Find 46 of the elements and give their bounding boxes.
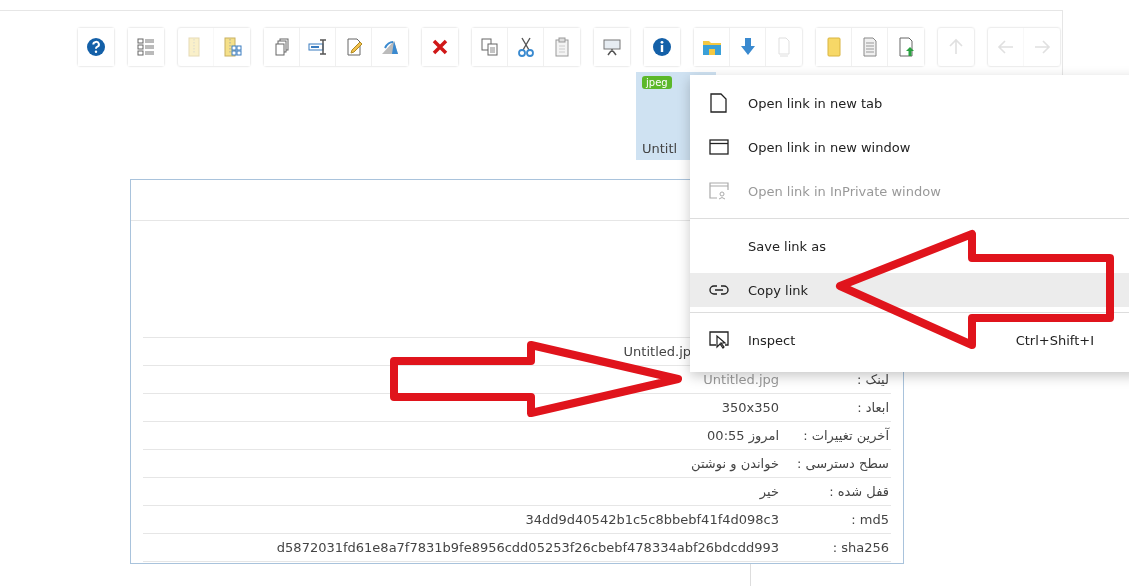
- easel-icon: [602, 37, 622, 57]
- toolbar-button[interactable]: [888, 28, 924, 66]
- toolbar-button[interactable]: [78, 28, 114, 66]
- info-label: سطح دسترسی :: [795, 456, 890, 471]
- window-icon: [709, 139, 729, 155]
- list-icon: [136, 37, 156, 57]
- menu-item[interactable]: Inspect Ctrl+Shift+I: [690, 318, 1129, 362]
- file-name: Untitl: [642, 141, 679, 156]
- scissors-icon: [515, 37, 536, 57]
- private-window-icon: [709, 182, 729, 200]
- archive-grid-icon: [222, 37, 242, 57]
- toolbar-button[interactable]: [214, 28, 250, 66]
- clipboard-icon: [552, 37, 572, 57]
- toolbar-button[interactable]: [644, 28, 680, 66]
- shortcut-text: Ctrl+Shift+I: [1015, 332, 1094, 348]
- link-icon: [709, 283, 729, 297]
- info-value: امروز 00:55: [707, 428, 779, 443]
- file-name-value: Untitled.jp: [623, 344, 691, 359]
- toolbar-button[interactable]: [372, 28, 408, 66]
- info-label: md5 :: [850, 512, 890, 527]
- info-value: خیر: [759, 484, 779, 499]
- info-value: d5872031fd61e8a7f7831b9fe8956cdd05253f26cbebf478334abf26bdcdd993: [276, 540, 779, 555]
- toolbar-button[interactable]: [422, 28, 458, 66]
- info-label: ابعاد :: [856, 400, 890, 415]
- info-label: آخرین تغییرات :: [802, 428, 891, 443]
- info-value: خواندن و نوشتن: [691, 456, 779, 471]
- info-label: sha256 :: [831, 540, 890, 555]
- inspect-icon: [709, 331, 729, 349]
- info-label: لینک :: [856, 372, 890, 387]
- page-upload-icon: [896, 37, 916, 57]
- text-cursor-icon: [307, 37, 328, 57]
- menu-item[interactable]: Copy link: [690, 273, 1129, 307]
- copy-icon: [479, 37, 500, 57]
- toolbar-button[interactable]: [508, 28, 544, 66]
- info-label: قفل شده :: [828, 484, 890, 499]
- info-value: 34dd9d40542b1c5c8bbebf41f4d098c3: [525, 512, 779, 527]
- info-value: 350x350: [721, 400, 779, 415]
- toolbar-button[interactable]: [730, 28, 766, 66]
- info-icon: [652, 37, 672, 57]
- toolbar-button[interactable]: [694, 28, 730, 66]
- menu-item[interactable]: Save link as: [690, 224, 1129, 268]
- help-icon: [86, 37, 106, 57]
- toolbar-button[interactable]: [300, 28, 336, 66]
- x-icon: [430, 37, 450, 57]
- file-type-badge: jpeg: [642, 76, 672, 89]
- page-icon: [710, 93, 728, 113]
